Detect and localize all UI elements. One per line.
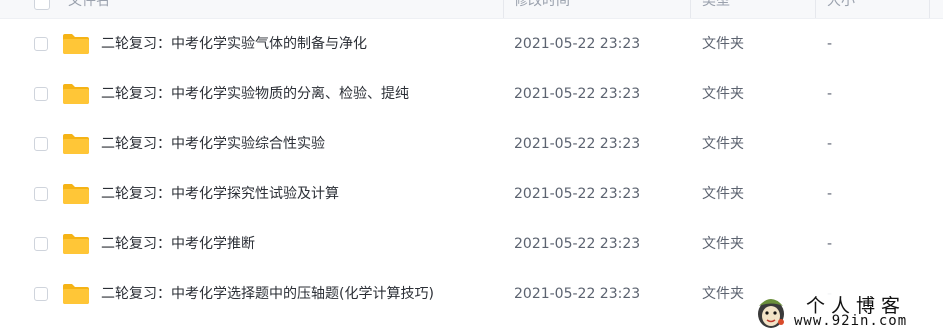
column-name-header[interactable]: 文件名 — [68, 0, 110, 18]
file-name[interactable]: 二轮复习：中考化学推断 — [101, 219, 255, 269]
column-modified-header[interactable]: 修改时间 — [514, 0, 570, 18]
file-modified-time: 2021-05-22 23:23 — [514, 286, 641, 302]
file-type: 文件夹 — [702, 86, 744, 102]
file-modified-time: 2021-05-22 23:23 — [514, 136, 641, 152]
row-checkbox[interactable] — [34, 87, 48, 101]
file-type: 文件夹 — [702, 186, 744, 202]
file-size: - — [827, 86, 833, 102]
row-checkbox[interactable] — [34, 37, 48, 51]
file-modified-time: 2021-05-22 23:23 — [514, 86, 641, 102]
file-type: 文件夹 — [702, 286, 744, 302]
file-name[interactable]: 二轮复习：中考化学实验物质的分离、检验、提纯 — [101, 69, 409, 119]
file-row[interactable]: 二轮复习：中考化学推断 2021-05-22 23:23 文件夹 - — [0, 219, 943, 269]
file-size: - — [827, 186, 833, 202]
sort-down-icon[interactable]: ▼ — [672, 0, 680, 1]
row-checkbox[interactable] — [34, 287, 48, 301]
file-modified-time: 2021-05-22 23:23 — [514, 36, 641, 52]
folder-icon — [63, 284, 89, 304]
folder-icon — [63, 184, 89, 204]
blog-watermark: 个人博客 www.92in.com — [750, 290, 943, 334]
folder-icon — [63, 34, 89, 54]
file-name[interactable]: 二轮复习：中考化学实验综合性实验 — [101, 119, 325, 169]
select-all-checkbox[interactable] — [34, 0, 50, 10]
folder-icon — [63, 134, 89, 154]
folder-icon — [63, 234, 89, 254]
file-list: 二轮复习：中考化学实验气体的制备与净化 2021-05-22 23:23 文件夹… — [0, 19, 943, 319]
file-row[interactable]: 二轮复习：中考化学实验物质的分离、检验、提纯 2021-05-22 23:23 … — [0, 69, 943, 119]
row-checkbox[interactable] — [34, 237, 48, 251]
column-divider — [690, 0, 691, 18]
file-row[interactable]: 二轮复习：中考化学实验气体的制备与净化 2021-05-22 23:23 文件夹… — [0, 19, 943, 69]
mascot-icon — [758, 299, 784, 328]
file-size: - — [827, 136, 833, 152]
file-row[interactable]: 二轮复习：中考化学实验综合性实验 2021-05-22 23:23 文件夹 - — [0, 119, 943, 169]
file-size: - — [827, 36, 833, 52]
column-divider — [815, 0, 816, 18]
watermark-url: www.92in.com — [794, 313, 908, 329]
file-type: 文件夹 — [702, 36, 744, 52]
column-type-header[interactable]: 类型 — [702, 0, 730, 18]
row-checkbox[interactable] — [34, 137, 48, 151]
column-divider — [929, 0, 930, 18]
column-size-header[interactable]: 大小 — [827, 0, 855, 18]
file-type: 文件夹 — [702, 136, 744, 152]
column-divider — [503, 0, 504, 18]
file-modified-time: 2021-05-22 23:23 — [514, 186, 641, 202]
file-modified-time: 2021-05-22 23:23 — [514, 236, 641, 252]
file-name[interactable]: 二轮复习：中考化学探究性试验及计算 — [101, 169, 339, 219]
folder-icon — [63, 84, 89, 104]
file-row[interactable]: 二轮复习：中考化学探究性试验及计算 2021-05-22 23:23 文件夹 - — [0, 169, 943, 219]
file-list-header: 文件名 修改时间 ▼ 类型 大小 — [0, 0, 943, 19]
file-size: - — [827, 236, 833, 252]
row-checkbox[interactable] — [34, 187, 48, 201]
file-name[interactable]: 二轮复习：中考化学实验气体的制备与净化 — [101, 19, 367, 69]
file-name[interactable]: 二轮复习：中考化学选择题中的压轴题(化学计算技巧) — [101, 269, 434, 319]
file-type: 文件夹 — [702, 236, 744, 252]
